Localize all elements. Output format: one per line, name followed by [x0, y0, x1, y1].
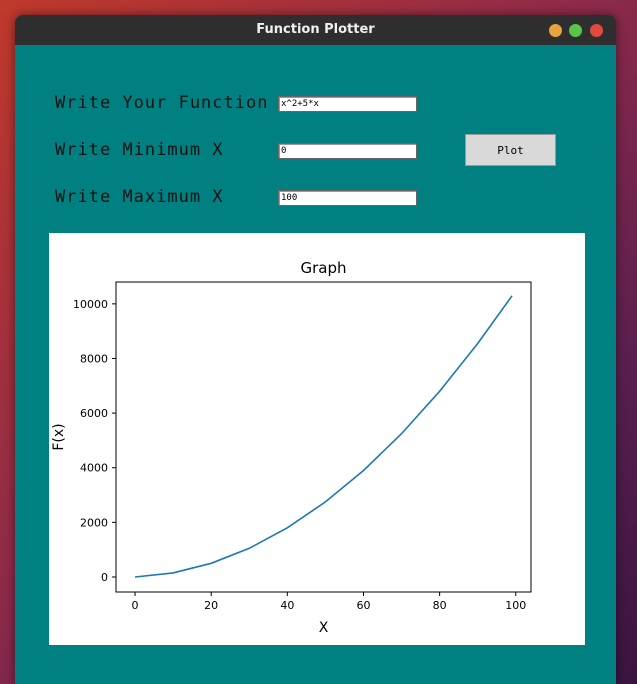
- max-x-input[interactable]: 100: [278, 190, 417, 206]
- x-axis-label: X: [319, 620, 329, 636]
- series-line: [134, 295, 513, 578]
- y-tick-label: 2000: [80, 516, 108, 529]
- y-axis-label: F(x): [51, 423, 67, 450]
- max-x-label: Write Maximum X: [55, 187, 224, 207]
- x-tick-label: 40: [280, 599, 294, 612]
- app-window: Function Plotter Write Your Function x^2…: [15, 15, 616, 684]
- y-tick-label: 8000: [80, 352, 108, 365]
- function-label: Write Your Function: [55, 93, 269, 113]
- y-tick-label: 6000: [80, 407, 108, 420]
- y-tick-label: 10000: [73, 298, 108, 311]
- x-tick-label: 60: [356, 599, 370, 612]
- minimize-button[interactable]: [549, 24, 562, 37]
- min-x-label: Write Minimum X: [55, 140, 224, 160]
- x-tick-label: 100: [505, 599, 526, 612]
- close-button[interactable]: [590, 24, 603, 37]
- x-tick-label: 0: [132, 599, 139, 612]
- plot-button[interactable]: Plot: [465, 134, 556, 166]
- window-title: Function Plotter: [256, 22, 375, 37]
- title-bar[interactable]: Function Plotter: [15, 15, 616, 45]
- plot-canvas: 0 2000 4000 6000 8000 10000 0 20 40 60 80 100 Grap…: [49, 233, 585, 645]
- function-input[interactable]: x^2+5*x: [278, 96, 417, 112]
- min-x-input[interactable]: 0: [278, 143, 417, 159]
- y-tick-label: 0: [101, 571, 108, 584]
- chart-title: Graph: [300, 259, 346, 277]
- maximize-button[interactable]: [569, 24, 582, 37]
- x-tick-label: 80: [433, 599, 447, 612]
- axes-frame: [115, 281, 532, 593]
- y-tick-label: 4000: [80, 462, 108, 475]
- x-tick-label: 20: [204, 599, 218, 612]
- chart: 0 2000 4000 6000 8000 10000 0 20 40 60 80 100 Grap…: [51, 259, 532, 636]
